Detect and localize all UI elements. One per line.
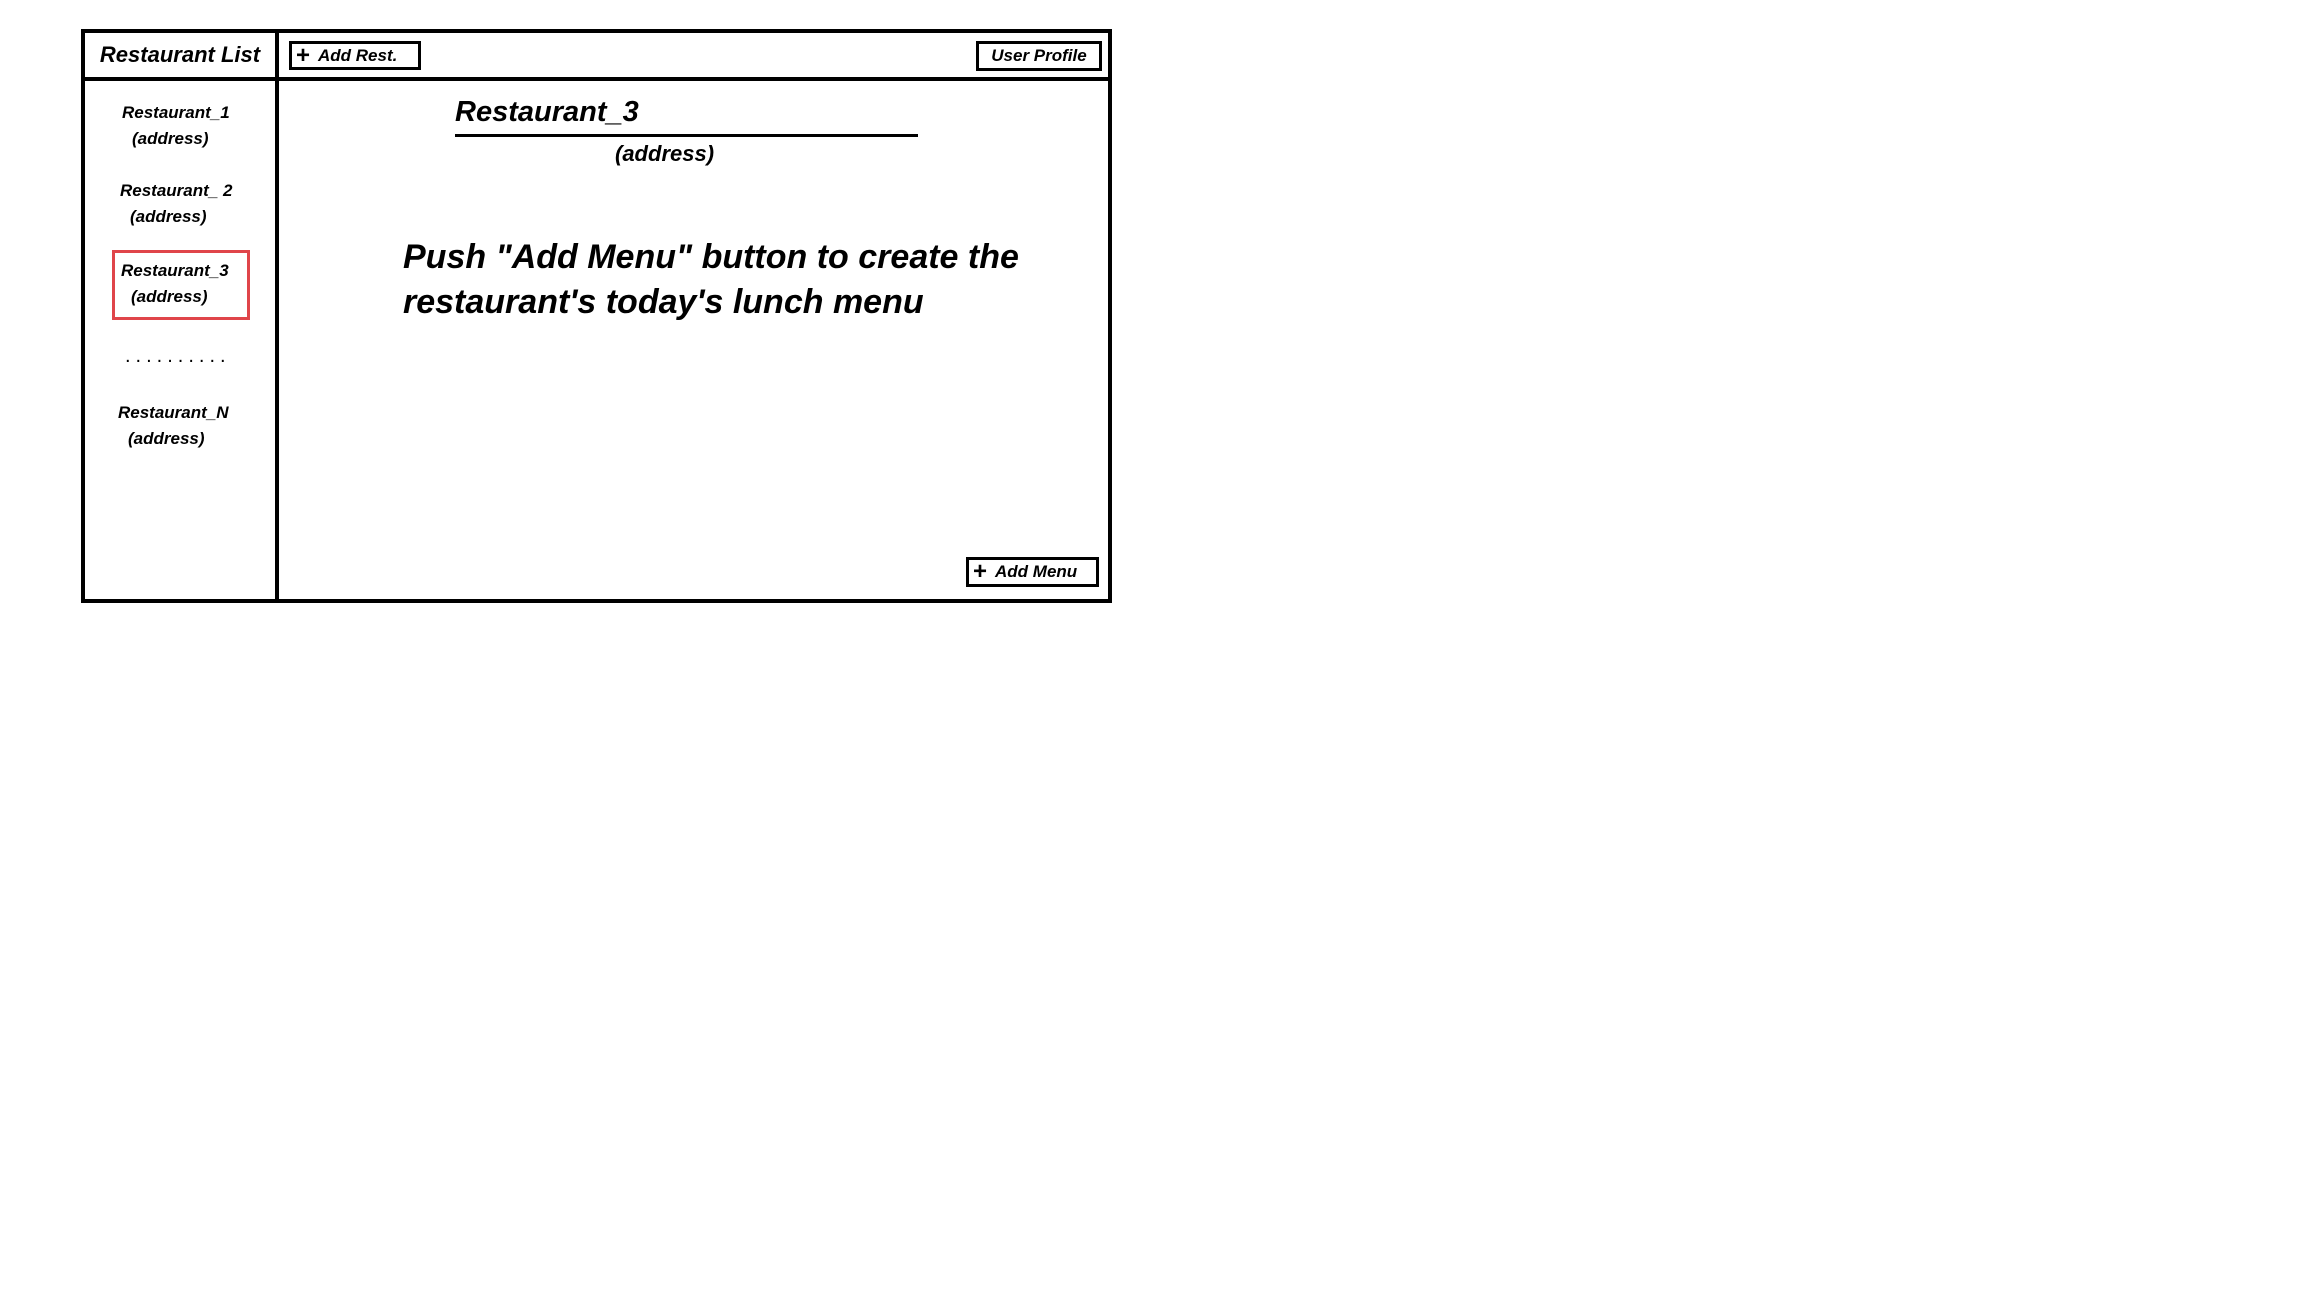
user-profile-label: User Profile — [991, 46, 1087, 65]
instruction-text: Push "Add Menu" button to create the res… — [403, 238, 1019, 321]
add-menu-button[interactable]: + Add Menu — [966, 557, 1099, 587]
sidebar-title: Restaurant List — [99, 42, 261, 67]
plus-icon: + — [973, 558, 988, 585]
header-divider — [85, 77, 1108, 81]
restaurant-address-detail: (address) — [615, 141, 715, 166]
title-underline — [455, 134, 918, 137]
sidebar-item-restaurant-n[interactable]: Restaurant_N (address) — [118, 400, 229, 452]
sidebar-item-restaurant-3-selected[interactable]: Restaurant_3 (address) — [112, 250, 250, 320]
restaurant-address: (address) — [130, 207, 207, 226]
restaurant-name: Restaurant_3 — [121, 261, 229, 280]
restaurant-title: Restaurant_3 — [455, 96, 639, 128]
restaurant-address: (address) — [132, 129, 209, 148]
list-ellipsis: .......... — [125, 345, 231, 367]
user-profile-button[interactable]: User Profile — [976, 41, 1102, 71]
sidebar-item-restaurant-1[interactable]: Restaurant_1 (address) — [122, 100, 230, 152]
add-restaurant-button[interactable]: + Add Rest. — [289, 41, 421, 70]
restaurant-address: (address) — [131, 287, 208, 306]
restaurant-name: Restaurant_ 2 — [120, 181, 233, 200]
restaurant-name: Restaurant_1 — [122, 103, 230, 122]
restaurant-address: (address) — [128, 429, 205, 448]
app-window: Restaurant List + Add Rest. User Profile… — [81, 29, 1112, 603]
restaurant-name: Restaurant_N — [118, 403, 229, 422]
add-restaurant-label: Add Rest. — [318, 45, 398, 65]
sidebar-item-restaurant-2[interactable]: Restaurant_ 2 (address) — [120, 178, 232, 230]
sidebar-divider — [275, 33, 279, 599]
add-menu-label: Add Menu — [995, 562, 1078, 581]
plus-icon: + — [296, 41, 311, 69]
